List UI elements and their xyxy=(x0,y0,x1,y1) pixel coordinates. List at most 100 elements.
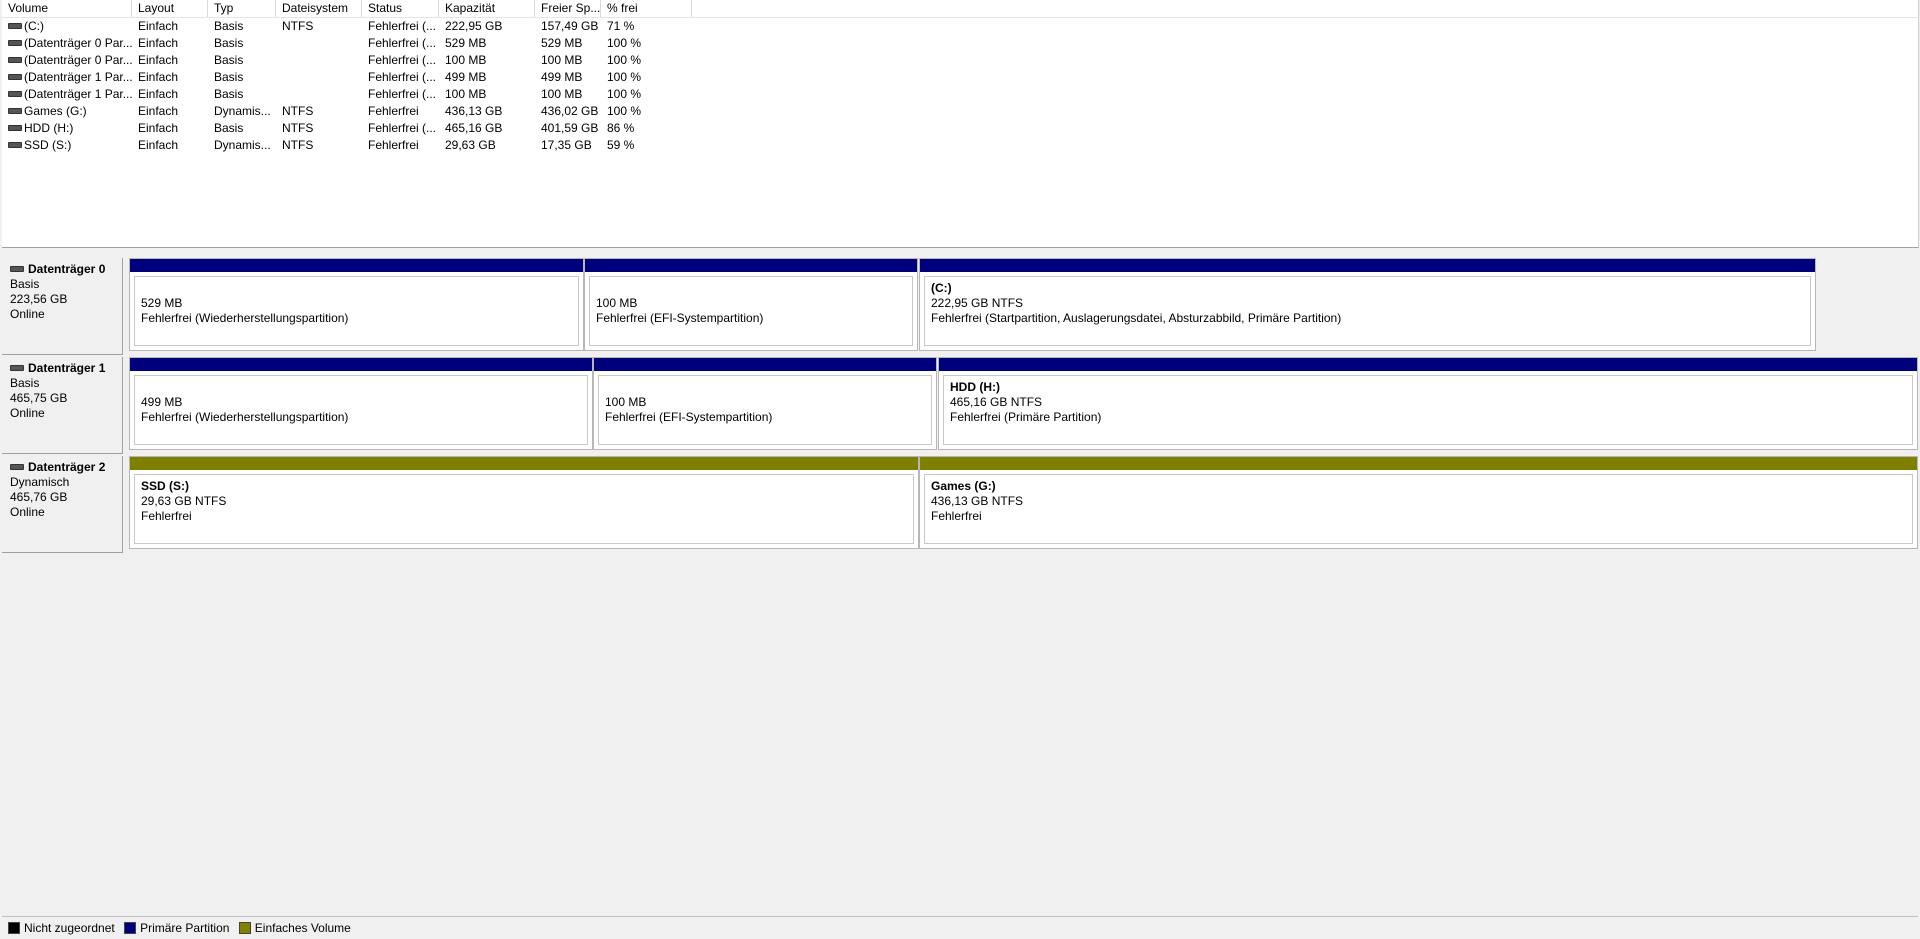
volume-row[interactable]: (Datenträger 0 Par... Einfach Basis Fehlerf… xyxy=(2,52,1918,69)
disk-name-label: Datenträger 2 xyxy=(28,460,106,474)
cell-layout: Einfach xyxy=(138,138,179,152)
cell-percent-free: 100 % xyxy=(607,104,642,118)
partition-details: 100 MB Fehlerfrei (EFI-Systempartition) xyxy=(598,375,932,445)
partition-block[interactable]: 100 MB Fehlerfrei (EFI-Systempartition) xyxy=(584,258,918,351)
column-header-percent-free[interactable]: % frei xyxy=(601,0,692,17)
partition-name xyxy=(141,380,581,395)
volume-row[interactable]: HDD (H:) Einfach Basis NTFS Fehlerfrei (... 4… xyxy=(2,120,1918,137)
cell-filesystem: NTFS xyxy=(282,19,314,33)
partition-block[interactable]: (C:) 222,95 GB NTFS Fehlerfrei (Startparti… xyxy=(919,258,1816,351)
legend-item-primary: Primäre Partition xyxy=(124,917,229,939)
column-header-filesystem[interactable]: Dateisystem xyxy=(276,0,362,17)
partition-block[interactable]: 499 MB Fehlerfrei (Wiederherstellungspart… xyxy=(129,357,593,450)
volume-row[interactable]: (C:) Einfach Basis NTFS Fehlerfrei (... 222,9… xyxy=(2,18,1918,35)
drive-icon xyxy=(8,39,22,46)
volume-row[interactable]: SSD (S:) Einfach Dynamis... NTFS Fehlerfrei 2… xyxy=(2,137,1918,154)
disk-icon xyxy=(10,364,24,371)
cell-type: Basis xyxy=(214,19,244,33)
partition-size: 465,16 GB NTFS xyxy=(950,395,1043,409)
volume-row[interactable]: (Datenträger 1 Par... Einfach Basis Fehlerf… xyxy=(2,86,1918,103)
volume-row[interactable]: Games (G:) Einfach Dynamis... NTFS Fehlerfre… xyxy=(2,103,1918,120)
cell-status: Fehlerfrei (... xyxy=(368,87,437,101)
volume-list-header: Volume Layout Typ Dateisystem Status Kap… xyxy=(2,0,1918,18)
partition-status: Fehlerfrei (Primäre Partition) xyxy=(950,410,1102,424)
partition-details: 100 MB Fehlerfrei (EFI-Systempartition) xyxy=(589,276,913,346)
disk-name: Datenträger 1 xyxy=(10,361,122,376)
cell-type: Dynamis... xyxy=(214,138,271,152)
cell-free-space: 17,35 GB xyxy=(541,138,592,152)
partition-status: Fehlerfrei (Wiederherstellungspartition) xyxy=(141,311,349,325)
cell-volume: (Datenträger 0 Par... xyxy=(2,52,132,69)
cell-filesystem xyxy=(276,52,362,69)
drive-icon xyxy=(8,107,22,114)
cell-volume: (Datenträger 1 Par... xyxy=(2,69,132,86)
cell-percent-free: 100 % xyxy=(607,87,642,101)
partition-type-bar xyxy=(939,358,1917,371)
cell-volume: Games (G:) xyxy=(2,103,132,120)
cell-status: Fehlerfrei (... xyxy=(368,36,437,50)
partition-block[interactable]: SSD (S:) 29,63 GB NTFS Fehlerfrei xyxy=(129,456,919,549)
column-header-status[interactable]: Status xyxy=(362,0,439,17)
disk-type: Basis xyxy=(10,277,40,291)
cell-free-space: 100 MB xyxy=(541,53,583,67)
drive-icon xyxy=(8,73,22,80)
disk-size: 223,56 GB xyxy=(10,292,68,306)
simple-volume-swatch-icon xyxy=(238,921,251,934)
cell-layout: Einfach xyxy=(138,36,179,50)
cell-volume: HDD (H:) xyxy=(2,120,132,137)
cell-status: Fehlerfrei (... xyxy=(368,53,437,67)
cell-free-space: 499 MB xyxy=(541,70,583,84)
legend-item-simple: Einfaches Volume xyxy=(238,917,351,939)
volume-name: HDD (H:) xyxy=(24,121,74,135)
partition-name: HDD (H:) xyxy=(950,380,1000,394)
column-header-capacity[interactable]: Kapazität xyxy=(439,0,535,17)
disk-type: Dynamisch xyxy=(10,475,70,489)
partition-block[interactable]: HDD (H:) 465,16 GB NTFS Fehlerfrei (Primär… xyxy=(938,357,1918,450)
disk-info[interactable]: Datenträger 0 Basis 223,56 GB Online xyxy=(2,258,123,355)
partition-block[interactable]: 100 MB Fehlerfrei (EFI-Systempartition) xyxy=(593,357,937,450)
disk-type: Basis xyxy=(10,376,40,390)
partition-block[interactable]: Games (G:) 436,13 GB NTFS Fehlerfrei xyxy=(919,456,1918,549)
cell-volume: SSD (S:) xyxy=(2,137,132,154)
disk-info[interactable]: Datenträger 1 Basis 465,75 GB Online xyxy=(2,357,123,454)
disk-name-label: Datenträger 0 xyxy=(28,262,106,276)
cell-volume: (C:) xyxy=(2,18,132,35)
column-header-volume[interactable]: Volume xyxy=(2,0,132,17)
volume-name: (Datenträger 0 Par... xyxy=(24,36,132,50)
volume-row[interactable]: (Datenträger 1 Par... Einfach Basis Fehlerf… xyxy=(2,69,1918,86)
disk-size: 465,76 GB xyxy=(10,490,68,504)
disk-icon xyxy=(10,265,24,272)
cell-percent-free: 100 % xyxy=(607,36,642,50)
partition-size: 529 MB xyxy=(141,296,183,310)
legend-label: Einfaches Volume xyxy=(254,921,351,935)
volume-name: (Datenträger 0 Par... xyxy=(24,53,132,67)
partition-block[interactable]: 529 MB Fehlerfrei (Wiederherstellungspart… xyxy=(129,258,584,351)
volume-row[interactable]: (Datenträger 0 Par... Einfach Basis Fehlerf… xyxy=(2,35,1918,52)
disk-info[interactable]: Datenträger 2 Dynamisch 465,76 GB Online xyxy=(2,456,123,553)
cell-layout: Einfach xyxy=(138,104,179,118)
column-header-type[interactable]: Typ xyxy=(208,0,276,17)
partition-name: (C:) xyxy=(931,281,952,295)
partition-type-bar xyxy=(585,259,917,272)
volume-list[interactable]: Volume Layout Typ Dateisystem Status Kap… xyxy=(2,0,1919,248)
cell-percent-free: 86 % xyxy=(607,121,635,135)
partition-details: SSD (S:) 29,63 GB NTFS Fehlerfrei xyxy=(134,474,914,544)
cell-capacity: 436,13 GB xyxy=(445,104,503,118)
column-header-free-space[interactable]: Freier Sp... xyxy=(535,0,601,17)
cell-free-space: 100 MB xyxy=(541,87,583,101)
cell-capacity: 499 MB xyxy=(445,70,487,84)
partition-status: Fehlerfrei (EFI-Systempartition) xyxy=(605,410,773,424)
cell-layout: Einfach xyxy=(138,53,179,67)
partition-name xyxy=(605,380,925,395)
cell-status: Fehlerfrei (... xyxy=(368,70,437,84)
partition-size: 222,95 GB NTFS xyxy=(931,296,1024,310)
column-header-layout[interactable]: Layout xyxy=(132,0,208,17)
partition-details: Games (G:) 436,13 GB NTFS Fehlerfrei xyxy=(924,474,1913,544)
partition-details: (C:) 222,95 GB NTFS Fehlerfrei (Startparti… xyxy=(924,276,1811,346)
cell-status: Fehlerfrei (... xyxy=(368,121,437,135)
partition-type-bar xyxy=(130,457,918,470)
cell-percent-free: 71 % xyxy=(607,19,635,33)
cell-free-space: 436,02 GB xyxy=(541,104,599,118)
cell-layout: Einfach xyxy=(138,87,179,101)
partition-size: 100 MB xyxy=(596,296,638,310)
